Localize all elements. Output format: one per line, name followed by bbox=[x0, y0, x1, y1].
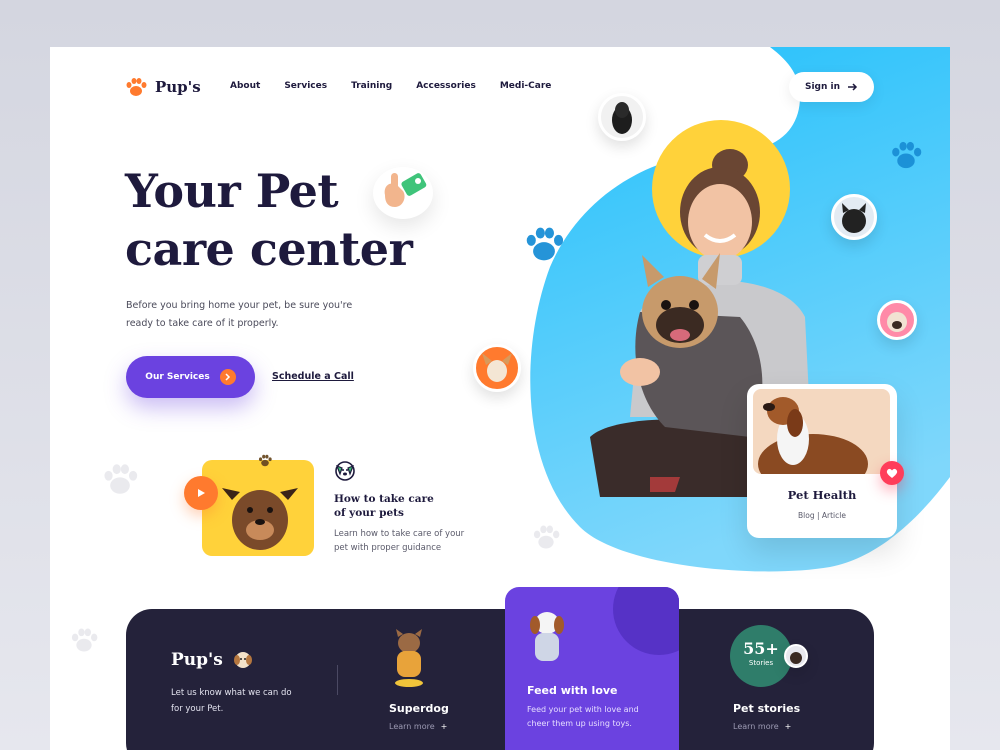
dog-avatar-left[interactable] bbox=[473, 344, 521, 392]
purple-circle-decor bbox=[613, 587, 679, 655]
arrow-right-icon bbox=[848, 83, 858, 91]
paw-decor-icon bbox=[892, 141, 922, 169]
dog-avatar-top[interactable] bbox=[598, 93, 646, 141]
heart-icon[interactable] bbox=[880, 461, 904, 485]
paw-small-icon bbox=[258, 454, 272, 467]
feed-with-love-card[interactable]: Feed with love Feed your pet with love a… bbox=[505, 587, 679, 750]
nav-accessories[interactable]: Accessories bbox=[416, 81, 476, 91]
stories-label: Stories bbox=[748, 659, 774, 667]
beagle-illustration bbox=[758, 397, 868, 474]
guide-video-thumbnail[interactable] bbox=[202, 460, 314, 556]
footer-brand-text: Pup's bbox=[171, 650, 223, 670]
french-bulldog-image bbox=[842, 203, 866, 233]
superdog-image bbox=[395, 629, 423, 687]
dog-avatar-right-2[interactable] bbox=[877, 300, 917, 340]
feed-description: Feed your pet with love and cheer them u… bbox=[527, 705, 639, 728]
guide-title-line1: How to take care bbox=[334, 493, 434, 505]
our-services-label: Our Services bbox=[145, 372, 210, 382]
nav-about[interactable]: About bbox=[230, 81, 260, 91]
nav-training[interactable]: Training bbox=[351, 81, 392, 91]
footer-description: Let us know what we can do for your Pet. bbox=[171, 688, 292, 714]
stories-counter: 55+ Stories bbox=[730, 625, 792, 687]
nav-medi-care[interactable]: Medi-Care bbox=[500, 81, 552, 91]
paw-decor-icon bbox=[526, 227, 564, 261]
guide-title-line2: of your pets bbox=[334, 507, 404, 519]
schedule-call-link[interactable]: Schedule a Call bbox=[272, 371, 354, 382]
plus-icon: + bbox=[784, 722, 792, 731]
hero-title: Your Pet care center bbox=[125, 162, 505, 278]
paw-logo-icon bbox=[126, 78, 147, 96]
small-dog-image bbox=[790, 652, 802, 664]
pet-stories-learn-more[interactable]: Learn more + bbox=[733, 722, 791, 731]
chevron-right-icon bbox=[219, 369, 236, 385]
beagle-puppy-image bbox=[530, 612, 564, 661]
page-frame: Pup's About Services Training Accessorie… bbox=[50, 47, 950, 750]
our-services-button[interactable]: Our Services bbox=[126, 356, 255, 398]
stories-dog-avatar bbox=[784, 644, 808, 668]
footer-brand: Pup's bbox=[171, 650, 253, 670]
paw-decor-icon bbox=[71, 628, 98, 652]
divider bbox=[337, 665, 338, 695]
beagle-image bbox=[753, 389, 890, 474]
chihuahua-image bbox=[482, 353, 512, 382]
feed-title: Feed with love bbox=[527, 684, 618, 697]
pet-health-meta: Blog | Article bbox=[798, 511, 846, 520]
logo[interactable]: Pup's bbox=[125, 77, 201, 97]
puppy-image bbox=[222, 488, 298, 550]
main-nav: About Services Training Accessories Medi… bbox=[230, 81, 551, 91]
nav-services[interactable]: Services bbox=[284, 81, 327, 91]
dog-face-icon bbox=[335, 461, 355, 481]
puppy-emoji-icon bbox=[233, 652, 252, 668]
superdog-learn-more[interactable]: Learn more + bbox=[389, 722, 447, 731]
guide-title: How to take care of your pets bbox=[334, 492, 454, 520]
superdog-title: Superdog bbox=[389, 702, 449, 715]
play-icon bbox=[198, 489, 205, 497]
guide-description: Learn how to take care of your pet with … bbox=[334, 529, 465, 553]
paw-decor-icon bbox=[533, 525, 560, 549]
pug-image bbox=[887, 312, 907, 332]
pet-stories-learn-more-label: Learn more bbox=[733, 722, 779, 731]
black-dog-image bbox=[612, 102, 632, 134]
hero-title-line1: Your Pet bbox=[125, 164, 339, 218]
paw-decor-icon bbox=[104, 464, 138, 494]
pet-stories-title: Pet stories bbox=[733, 702, 801, 715]
superdog-learn-more-label: Learn more bbox=[389, 722, 435, 731]
stories-count: 55+ bbox=[743, 639, 779, 658]
pet-health-card[interactable]: Pet Health Blog | Article bbox=[747, 384, 897, 538]
hero-title-line2: care center bbox=[125, 222, 413, 276]
logo-text: Pup's bbox=[155, 78, 201, 96]
sign-in-button[interactable]: Sign in bbox=[789, 72, 874, 102]
play-button[interactable] bbox=[184, 476, 218, 510]
dog-avatar-right-1[interactable] bbox=[831, 194, 877, 240]
pet-health-title: Pet Health bbox=[787, 488, 857, 502]
thumbs-up-icon bbox=[384, 173, 427, 207]
hero-description: Before you bring home your pet, be sure … bbox=[126, 300, 353, 329]
plus-icon: + bbox=[440, 722, 448, 731]
thumbs-up-badge bbox=[373, 167, 433, 219]
sign-in-label: Sign in bbox=[804, 82, 841, 92]
